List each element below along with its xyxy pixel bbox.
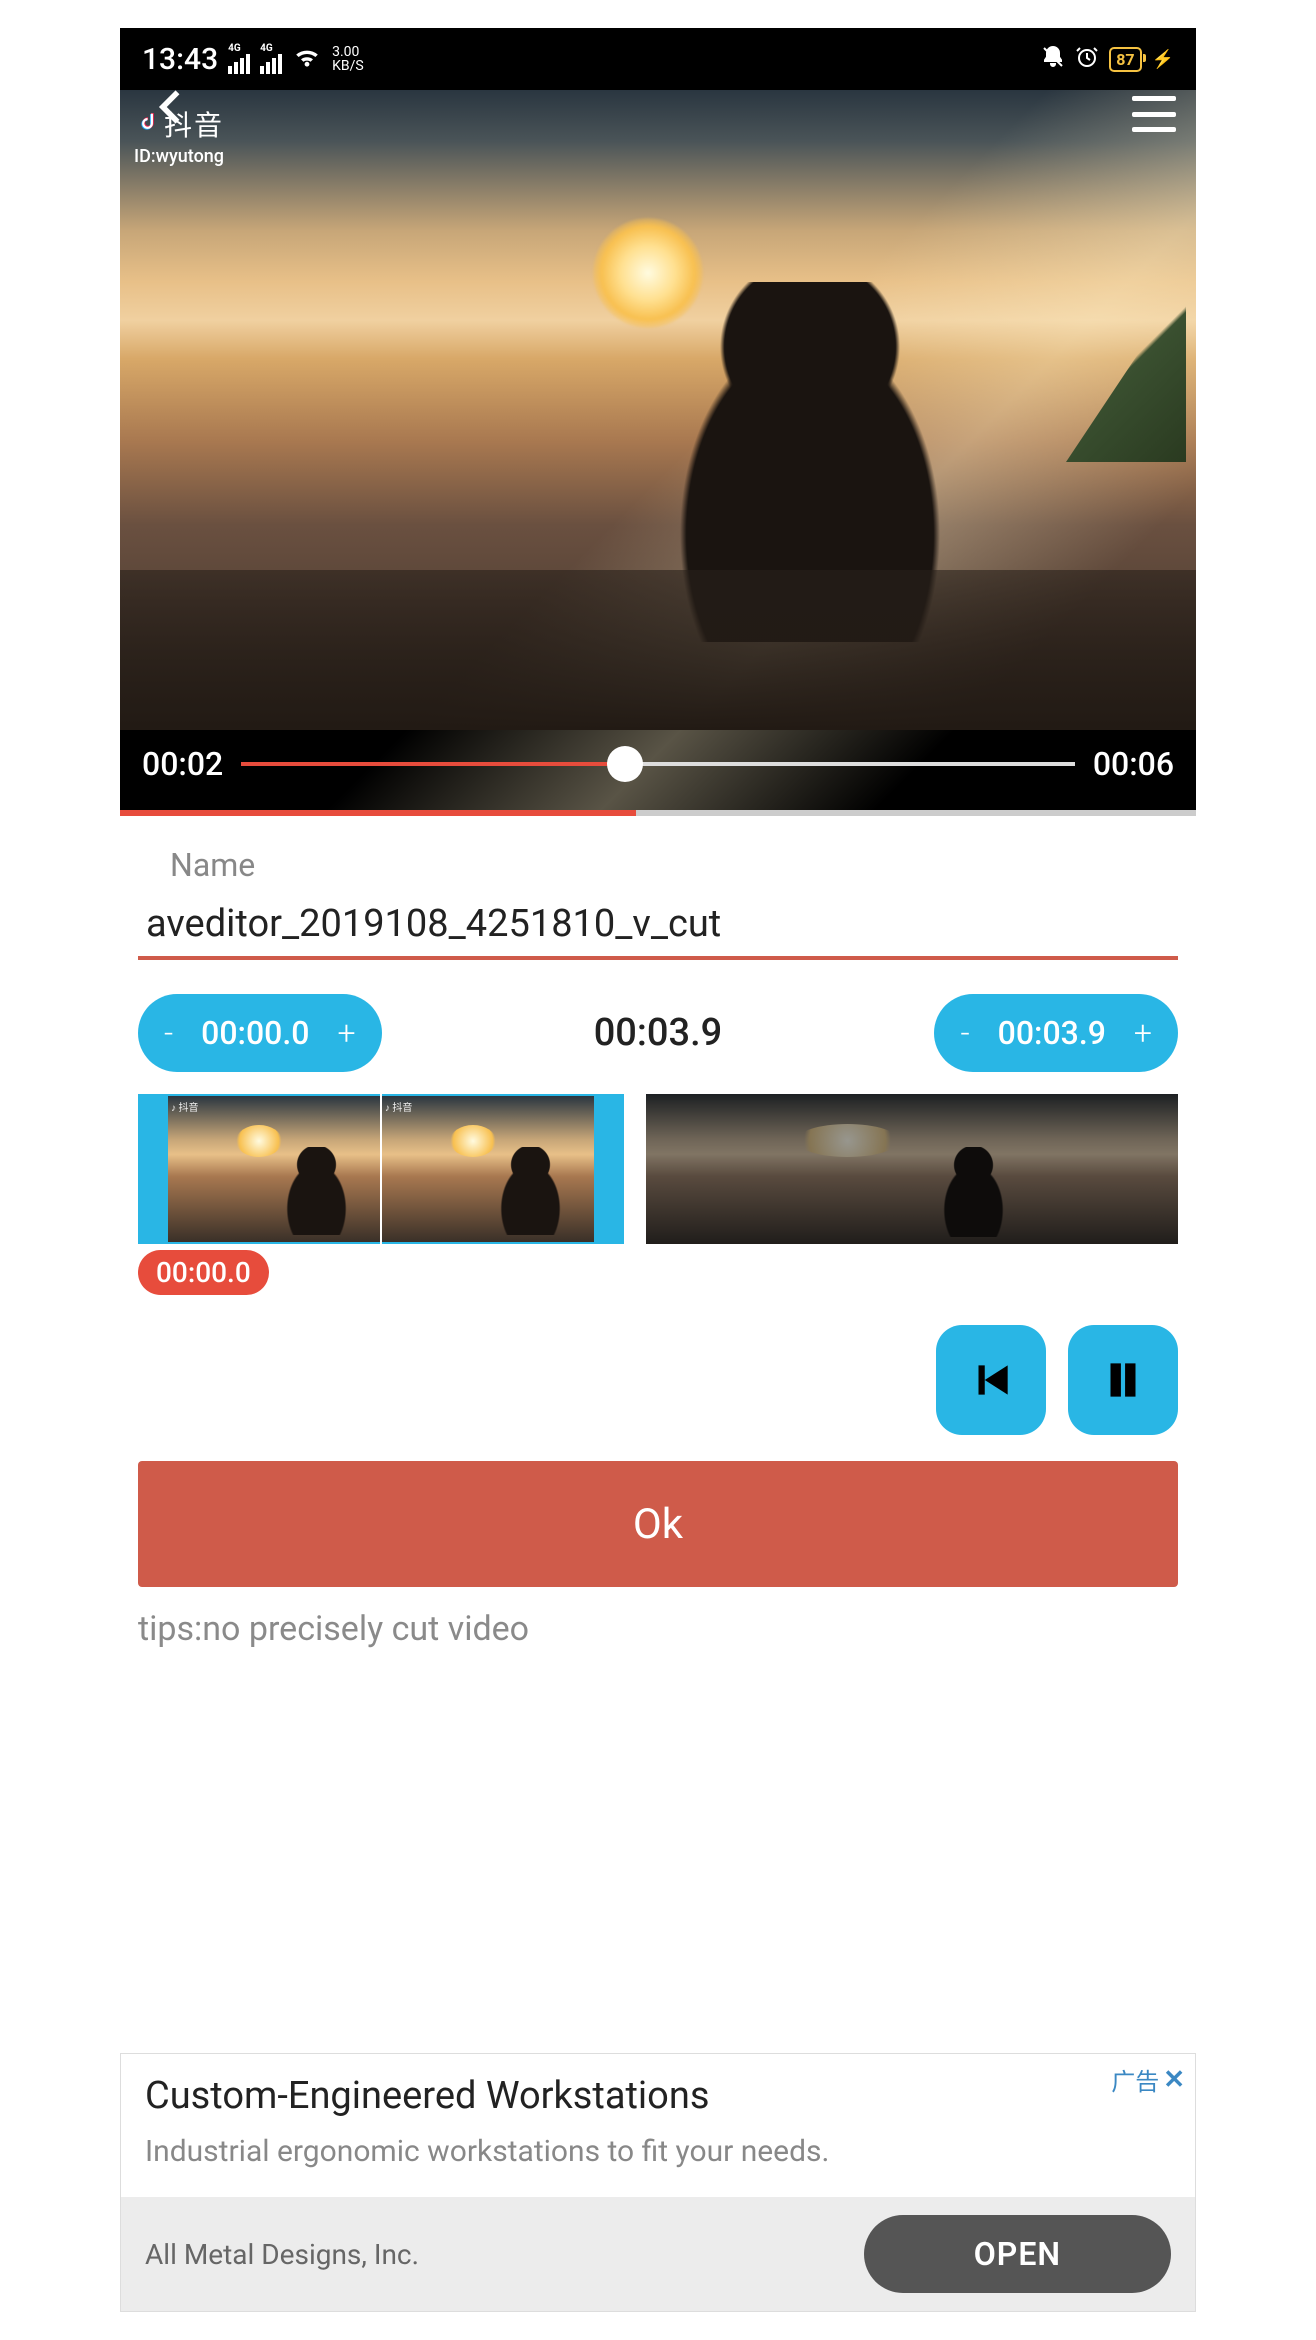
end-plus-button[interactable]: + xyxy=(1134,1014,1152,1052)
timeline-frame[interactable]: ♪ 抖音 xyxy=(168,1094,380,1244)
right-handle[interactable] xyxy=(594,1094,624,1244)
pause-button[interactable] xyxy=(1068,1325,1178,1435)
battery-icon: 87 xyxy=(1109,47,1141,72)
watermark-id: ID:wyutong xyxy=(134,146,224,167)
tips-text: tips:no precisely cut video xyxy=(138,1609,1178,1649)
ok-button[interactable]: Ok xyxy=(138,1461,1178,1587)
status-time: 13:43 xyxy=(142,42,218,77)
menu-button[interactable] xyxy=(1132,96,1176,132)
video-frame xyxy=(120,90,1196,730)
load-progress xyxy=(120,810,1196,816)
back-button[interactable] xyxy=(150,90,194,133)
seek-thumb[interactable] xyxy=(607,746,643,782)
name-label: Name xyxy=(170,846,1178,884)
start-minus-button[interactable]: - xyxy=(164,1014,173,1052)
current-time: 00:02 xyxy=(142,745,223,783)
start-plus-button[interactable]: + xyxy=(337,1014,355,1052)
cursor-time-badge: 00:00.0 xyxy=(138,1250,269,1295)
wifi-icon xyxy=(292,45,322,73)
timeline-frame[interactable]: ♪ 抖音 xyxy=(382,1094,594,1244)
duration-time: 00:06 xyxy=(1093,745,1174,783)
left-handle[interactable] xyxy=(138,1094,168,1244)
end-time-pill: - 00:03.9 + xyxy=(934,994,1178,1072)
timeline-frame-outside[interactable] xyxy=(1114,1094,1178,1244)
ad-subtitle: Industrial ergonomic workstations to fit… xyxy=(145,2134,1171,2169)
ad-label: 广告 xyxy=(1111,2062,1159,2097)
end-minus-button[interactable]: - xyxy=(960,1014,969,1052)
ad-open-button[interactable]: OPEN xyxy=(864,2215,1171,2293)
ad-headline: Custom-Engineered Workstations xyxy=(145,2074,1171,2118)
end-time: 00:03.9 xyxy=(998,1014,1106,1052)
timeline-strip[interactable]: ♪ 抖音 ♪ 抖音 xyxy=(138,1094,1178,1244)
ad-company: All Metal Designs, Inc. xyxy=(145,2238,419,2271)
timeline-frame-outside[interactable] xyxy=(646,1094,1114,1244)
mute-icon xyxy=(1041,45,1065,73)
seek-track[interactable] xyxy=(241,762,1075,766)
ad-close-icon[interactable]: ✕ xyxy=(1163,2065,1185,2095)
seek-bar[interactable]: 00:02 00:06 xyxy=(120,734,1196,794)
name-input[interactable] xyxy=(138,884,1178,960)
status-bar: 13:43 4G 4G 3.00KB/S 87 ⚡ xyxy=(120,28,1196,90)
alarm-icon xyxy=(1075,45,1099,73)
start-time-pill: - 00:00.0 + xyxy=(138,994,382,1072)
duration-value: 00:03.9 xyxy=(594,1011,723,1055)
net-speed: 3.00KB/S xyxy=(332,45,364,73)
video-player[interactable]: 抖音 ID:wyutong 00:02 00:06 xyxy=(120,90,1196,810)
start-time: 00:00.0 xyxy=(201,1014,309,1052)
signal-1: 4G xyxy=(228,44,250,74)
skip-previous-button[interactable] xyxy=(936,1325,1046,1435)
ad-banner[interactable]: 广告 ✕ Custom-Engineered Workstations Indu… xyxy=(120,2053,1196,2312)
charging-icon: ⚡ xyxy=(1152,49,1174,70)
signal-2: 4G xyxy=(260,44,282,74)
